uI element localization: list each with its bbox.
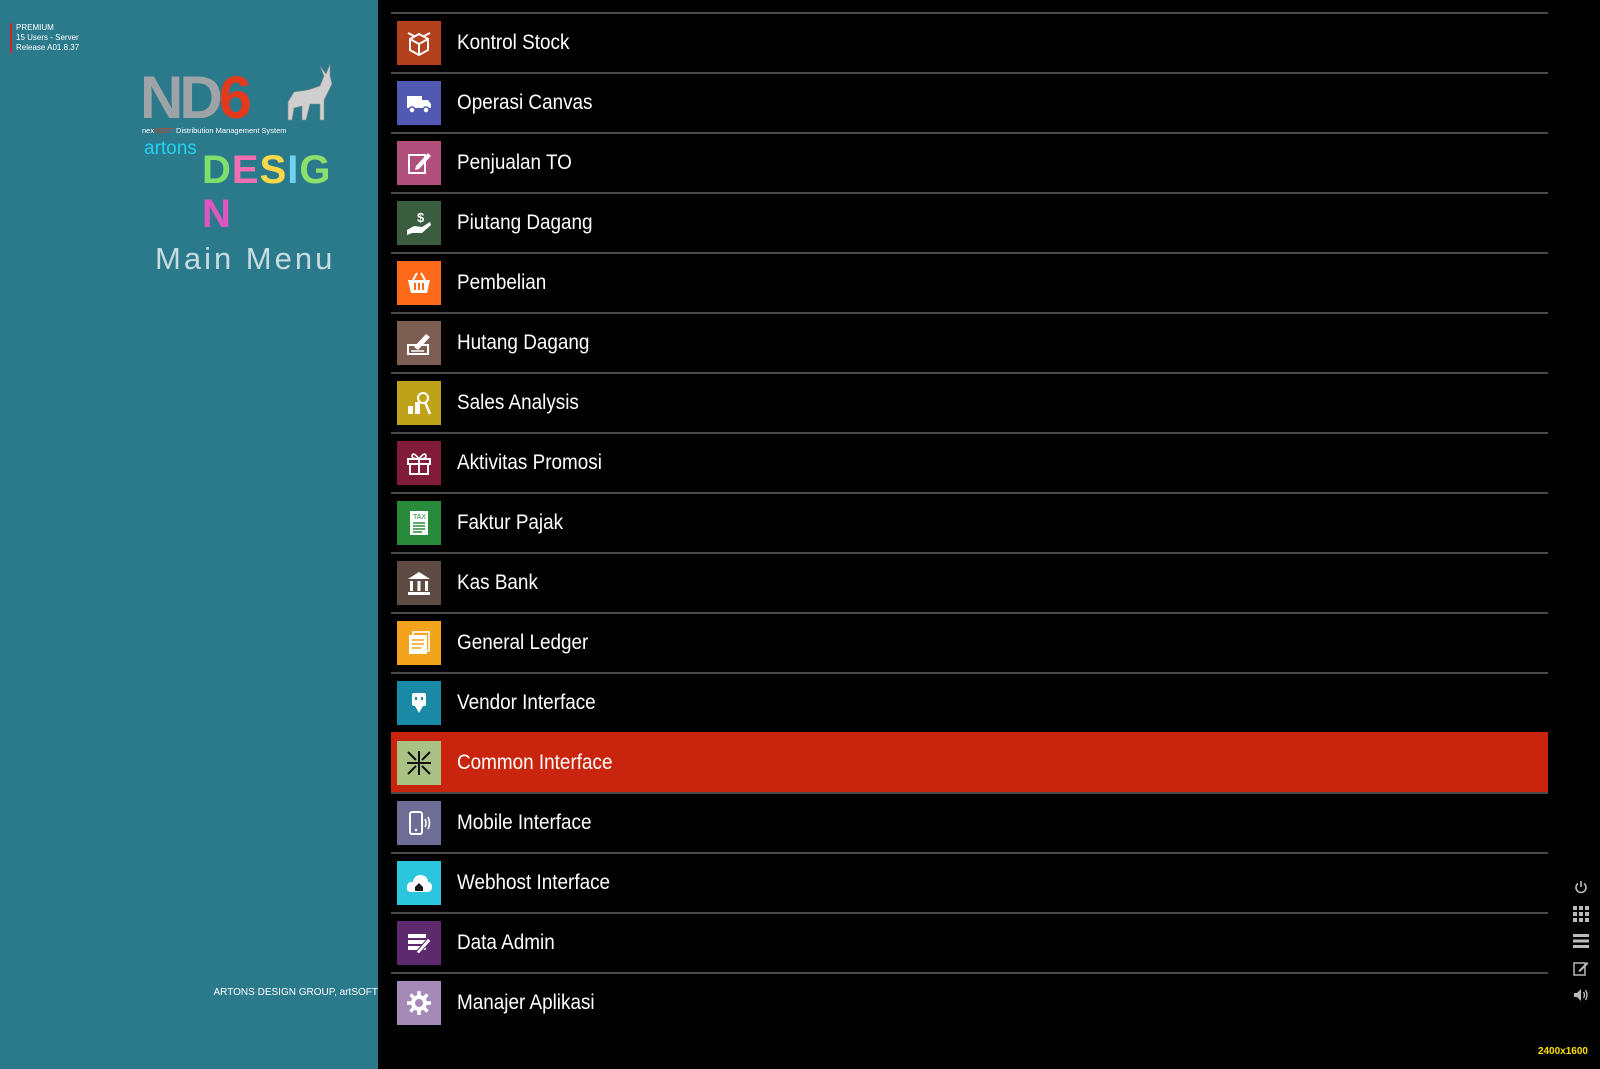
resolution-label: 2400x1600 bbox=[1537, 1046, 1588, 1057]
menu-item-label: Piutang Dagang bbox=[457, 211, 593, 234]
tax-icon: TAX bbox=[397, 501, 441, 545]
menu-item-data-admin[interactable]: Data Admin bbox=[391, 912, 1548, 972]
menu-item-label: Common Interface bbox=[457, 751, 613, 774]
menu-item-label: Mobile Interface bbox=[457, 811, 592, 834]
menu-item-label: Manajer Aplikasi bbox=[457, 991, 595, 1014]
edit-icon bbox=[397, 141, 441, 185]
menu-item-label: Sales Analysis bbox=[457, 391, 579, 414]
menu-item-label: Kas Bank bbox=[457, 571, 538, 594]
menu-item-label: Pembelian bbox=[457, 271, 547, 294]
menu-item-label: Operasi Canvas bbox=[457, 91, 593, 114]
menu-item-faktur-pajak[interactable]: TAX Faktur Pajak bbox=[391, 492, 1548, 552]
gift-icon bbox=[397, 441, 441, 485]
sidebar: PREMIUM 15 Users - Server Release A01.8.… bbox=[0, 0, 378, 1069]
bank-icon bbox=[397, 561, 441, 605]
menu-item-mobile-interface[interactable]: Mobile Interface bbox=[391, 792, 1548, 852]
menu-item-kontrol-stock[interactable]: Kontrol Stock bbox=[391, 12, 1548, 72]
grid-icon[interactable] bbox=[1570, 903, 1592, 925]
gear-icon bbox=[397, 981, 441, 1025]
power-icon[interactable] bbox=[1570, 876, 1592, 898]
menu-item-webhost-interface[interactable]: Webhost Interface bbox=[391, 852, 1548, 912]
data-admin-icon bbox=[397, 921, 441, 965]
ledger-icon bbox=[397, 621, 441, 665]
menu-item-label: Aktivitas Promosi bbox=[457, 451, 602, 474]
license-release: Release A01.8.37 bbox=[16, 43, 80, 52]
menu-item-hutang-dagang[interactable]: Hutang Dagang bbox=[391, 312, 1548, 372]
footer-credit: ARTONS DESIGN GROUP, artSOFT bbox=[213, 987, 378, 998]
page-title: Main Menu bbox=[155, 241, 336, 276]
hand-money-icon: $ bbox=[397, 201, 441, 245]
menu-item-label: Vendor Interface bbox=[457, 691, 596, 714]
volume-icon[interactable] bbox=[1570, 984, 1592, 1006]
menu-item-pembelian[interactable]: Pembelian bbox=[391, 252, 1548, 312]
menu-item-label: Faktur Pajak bbox=[457, 511, 564, 534]
svg-text:$: $ bbox=[417, 210, 425, 225]
arrows-in-icon bbox=[397, 741, 441, 785]
design-logo: DESIGN bbox=[202, 148, 332, 236]
right-toolbar bbox=[1570, 876, 1592, 1011]
plug-icon bbox=[397, 681, 441, 725]
menu-item-label: Data Admin bbox=[457, 931, 555, 954]
menu-item-label: General Ledger bbox=[457, 631, 589, 654]
menu-item-kas-bank[interactable]: Kas Bank bbox=[391, 552, 1548, 612]
menu-item-label: Kontrol Stock bbox=[457, 31, 570, 54]
menu-item-vendor-interface[interactable]: Vendor Interface bbox=[391, 672, 1548, 732]
menu-item-label: Webhost Interface bbox=[457, 871, 611, 894]
basket-icon bbox=[397, 261, 441, 305]
menu-item-common-interface[interactable]: Common Interface bbox=[391, 732, 1548, 792]
main-menu: Kontrol Stock Operasi Canvas Penjualan TO $… bbox=[391, 12, 1548, 1032]
analysis-icon bbox=[397, 381, 441, 425]
cloud-home-icon bbox=[397, 861, 441, 905]
box-icon bbox=[397, 21, 441, 65]
list-icon[interactable] bbox=[1570, 930, 1592, 952]
license-users: 15 Users - Server bbox=[16, 33, 79, 42]
license-info: PREMIUM 15 Users - Server Release A01.8.… bbox=[10, 23, 79, 53]
menu-item-operasi-canvas[interactable]: Operasi Canvas bbox=[391, 72, 1548, 132]
svg-text:TAX: TAX bbox=[413, 514, 426, 521]
menu-item-aktivitas-promosi[interactable]: Aktivitas Promosi bbox=[391, 432, 1548, 492]
truck-icon bbox=[397, 81, 441, 125]
mobile-icon bbox=[397, 801, 441, 845]
menu-item-sales-analysis[interactable]: Sales Analysis bbox=[391, 372, 1548, 432]
app-logo: ND6 nexSOFT Distribution Management Syst… bbox=[140, 62, 350, 236]
antelope-logo-icon bbox=[287, 63, 333, 121]
signature-icon bbox=[397, 321, 441, 365]
menu-item-penjualan-to[interactable]: Penjualan TO bbox=[391, 132, 1548, 192]
edit-icon[interactable] bbox=[1570, 957, 1592, 979]
menu-item-label: Hutang Dagang bbox=[457, 331, 590, 354]
menu-item-manajer-aplikasi[interactable]: Manajer Aplikasi bbox=[391, 972, 1548, 1032]
menu-item-label: Penjualan TO bbox=[457, 151, 572, 174]
menu-item-piutang-dagang[interactable]: $ Piutang Dagang bbox=[391, 192, 1548, 252]
license-edition: PREMIUM bbox=[16, 23, 54, 32]
menu-item-general-ledger[interactable]: General Ledger bbox=[391, 612, 1548, 672]
